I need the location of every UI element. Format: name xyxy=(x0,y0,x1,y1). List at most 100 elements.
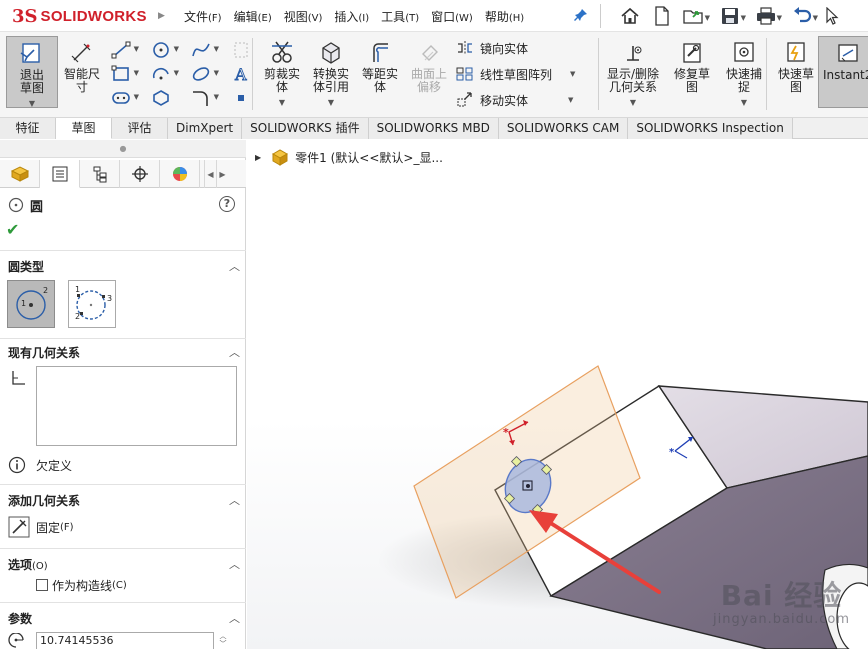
menu-view[interactable]: 视图(V) xyxy=(278,8,329,25)
tab-evaluate[interactable]: 评估 xyxy=(112,118,168,139)
rapid-sketch-button[interactable]: 快速草图 xyxy=(770,36,822,108)
rectangle-dropdown-icon[interactable]: ▼ xyxy=(134,69,139,77)
spline-dropdown-icon[interactable]: ▼ xyxy=(214,45,219,53)
tab-solidworks-inspection[interactable]: SOLIDWORKS Inspection xyxy=(628,118,793,139)
move-entities-button[interactable]: 移动实体 ▼ xyxy=(456,90,573,110)
collapse-chevron-icon[interactable]: ︿ xyxy=(229,556,240,572)
circle-dropdown-icon[interactable]: ▼ xyxy=(174,45,179,53)
solidworks-logo[interactable]: 3S SOLIDWORKS xyxy=(12,4,147,28)
mirror-entities-button[interactable]: 镜向实体 xyxy=(456,38,528,58)
display-relations-dropdown-icon[interactable]: ▼ xyxy=(602,96,664,109)
model-viewport[interactable]: * * xyxy=(247,140,868,649)
print-icon[interactable]: ▼ xyxy=(748,4,784,28)
tab-dimxpert[interactable]: DimXpert xyxy=(168,118,243,139)
repair-sketch-button[interactable]: 修复草图 xyxy=(666,36,718,108)
construction-geometry-checkbox[interactable] xyxy=(36,579,48,591)
construction-geometry-checkbox-row[interactable]: 作为构造线 (C) xyxy=(36,577,127,593)
collapse-chevron-icon[interactable]: ︿ xyxy=(229,258,240,274)
propertymanager-tab-icon[interactable] xyxy=(40,160,80,188)
linear-pattern-button[interactable]: 线性草图阵列 ▼ xyxy=(456,64,575,84)
open-dropdown-icon[interactable]: ▼ xyxy=(705,14,710,22)
tab-solidworks-addins[interactable]: SOLIDWORKS 插件 xyxy=(242,118,369,139)
menu-file[interactable]: 文件(F) xyxy=(178,8,228,25)
exit-sketch-button[interactable]: 退出草图 ▼ xyxy=(6,36,58,108)
collapse-chevron-icon[interactable]: ︿ xyxy=(229,610,240,626)
graphics-area[interactable]: ▶ 零件1 (默认<<默认>_显... * * Bai 经验 jingyan.b… xyxy=(247,140,868,649)
point-tool-icon[interactable] xyxy=(230,88,252,108)
collapse-chevron-icon[interactable]: ︿ xyxy=(229,344,240,360)
menu-edit[interactable]: 编辑(E) xyxy=(228,8,278,25)
displaymanager-tab-icon[interactable] xyxy=(160,160,200,188)
trim-entities-button[interactable]: 剪裁实体 ▼ xyxy=(256,36,308,108)
pin-menu-icon[interactable] xyxy=(574,8,588,26)
arc-dropdown-icon[interactable]: ▼ xyxy=(174,69,179,77)
offset-entities-button[interactable]: 等距实体 xyxy=(354,36,406,108)
configurationmanager-tab-icon[interactable] xyxy=(80,160,120,188)
circle-tool-icon[interactable]: ▼ xyxy=(150,40,179,60)
tab-solidworks-mbd[interactable]: SOLIDWORKS MBD xyxy=(368,118,499,139)
home-icon[interactable] xyxy=(612,4,648,28)
parameters-section-header[interactable]: 参数 ︿ xyxy=(8,610,240,628)
menu-window[interactable]: 窗口(W) xyxy=(425,8,479,25)
existing-relations-list[interactable] xyxy=(36,366,237,446)
undo-dropdown-icon[interactable]: ▼ xyxy=(813,14,818,22)
fillet-tool-icon[interactable]: ▼ xyxy=(190,88,219,108)
trim-dropdown-icon[interactable]: ▼ xyxy=(256,96,308,109)
instant2d-button[interactable]: Instant2D xyxy=(818,36,868,108)
ellipse-tool-icon[interactable]: ▼ xyxy=(190,64,219,84)
offset-on-surface-button[interactable]: 曲面上偏移 xyxy=(403,36,455,108)
menu-tools[interactable]: 工具(T) xyxy=(375,8,425,25)
tab-features[interactable]: 特征 xyxy=(0,118,56,139)
open-folder-icon[interactable]: ▼ xyxy=(676,4,712,28)
line-tool-icon[interactable]: ▼ xyxy=(110,40,139,60)
save-icon[interactable]: ▼ xyxy=(712,4,748,28)
new-document-icon[interactable] xyxy=(648,4,676,28)
ok-checkmark-button[interactable]: ✔ xyxy=(6,220,19,239)
radius-input[interactable]: 10.74145536 xyxy=(36,632,214,649)
linear-pattern-dropdown-icon[interactable]: ▼ xyxy=(570,70,575,78)
definition-status-row: 欠定义 xyxy=(8,456,72,474)
menu-insert[interactable]: 插入(I) xyxy=(328,8,375,25)
add-relations-section-header[interactable]: 添加几何关系 ︿ xyxy=(8,492,240,510)
exit-sketch-dropdown-icon[interactable]: ▼ xyxy=(7,97,57,110)
text-tool-icon[interactable]: A xyxy=(230,64,252,84)
arc-tool-icon[interactable]: ▼ xyxy=(150,64,179,84)
dimxpertmanager-tab-icon[interactable] xyxy=(120,160,160,188)
rectangle-tool-icon[interactable]: ▼ xyxy=(110,64,139,84)
featuremanager-tab-icon[interactable] xyxy=(0,160,40,188)
tab-solidworks-cam[interactable]: SOLIDWORKS CAM xyxy=(498,118,629,139)
fixed-relation-button[interactable]: 固定 (F) xyxy=(8,516,74,538)
print-dropdown-icon[interactable]: ▼ xyxy=(777,14,782,22)
collapse-chevron-icon[interactable]: ︿ xyxy=(229,492,240,508)
logo-expand-arrow-icon[interactable]: ▶ xyxy=(158,11,165,21)
smart-dimension-button[interactable]: 智能尺寸 xyxy=(56,36,108,108)
panel-splitter[interactable]: ● xyxy=(0,140,246,158)
perimeter-circle-option[interactable]: 1 3 2 xyxy=(68,280,116,328)
convert-entities-button[interactable]: 转换实体引用 ▼ xyxy=(305,36,357,108)
center-radius-circle-option[interactable]: 1 2 xyxy=(7,280,55,328)
select-arrow-icon[interactable] xyxy=(820,4,844,28)
existing-relations-section-header[interactable]: 现有几何关系 ︿ xyxy=(8,344,240,362)
ellipse-dropdown-icon[interactable]: ▼ xyxy=(214,69,219,77)
spline-tool-icon[interactable]: ▼ xyxy=(190,40,219,60)
options-section-header[interactable]: 选项(O) ︿ xyxy=(8,556,240,574)
circle-type-section-header[interactable]: 圆类型 ︿ xyxy=(8,258,240,276)
save-dropdown-icon[interactable]: ▼ xyxy=(741,14,746,22)
fillet-dropdown-icon[interactable]: ▼ xyxy=(214,93,219,101)
slot-tool-icon[interactable]: ▼ xyxy=(110,88,139,108)
menu-help[interactable]: 帮助(H) xyxy=(479,8,530,25)
quick-snaps-button[interactable]: 快速捕捉 ▼ xyxy=(718,36,770,108)
undo-icon[interactable]: ▼ xyxy=(784,4,820,28)
help-icon[interactable]: ? xyxy=(219,196,235,212)
radius-spinner[interactable]: ︿ ﹀ xyxy=(218,632,228,649)
tabs-scroll-right-icon[interactable]: ▶ xyxy=(216,160,228,188)
convert-dropdown-icon[interactable]: ▼ xyxy=(305,96,357,109)
display-delete-relations-button[interactable]: 显示/删除几何关系 ▼ xyxy=(602,36,664,108)
quick-snaps-dropdown-icon[interactable]: ▼ xyxy=(718,96,770,109)
move-dropdown-icon[interactable]: ▼ xyxy=(568,96,573,104)
slot-dropdown-icon[interactable]: ▼ xyxy=(134,93,139,101)
polygon-tool-icon[interactable] xyxy=(150,88,172,108)
line-dropdown-icon[interactable]: ▼ xyxy=(134,45,139,53)
tab-sketch[interactable]: 草图 xyxy=(56,118,112,139)
tabs-scroll-left-icon[interactable]: ◀ xyxy=(204,160,216,188)
